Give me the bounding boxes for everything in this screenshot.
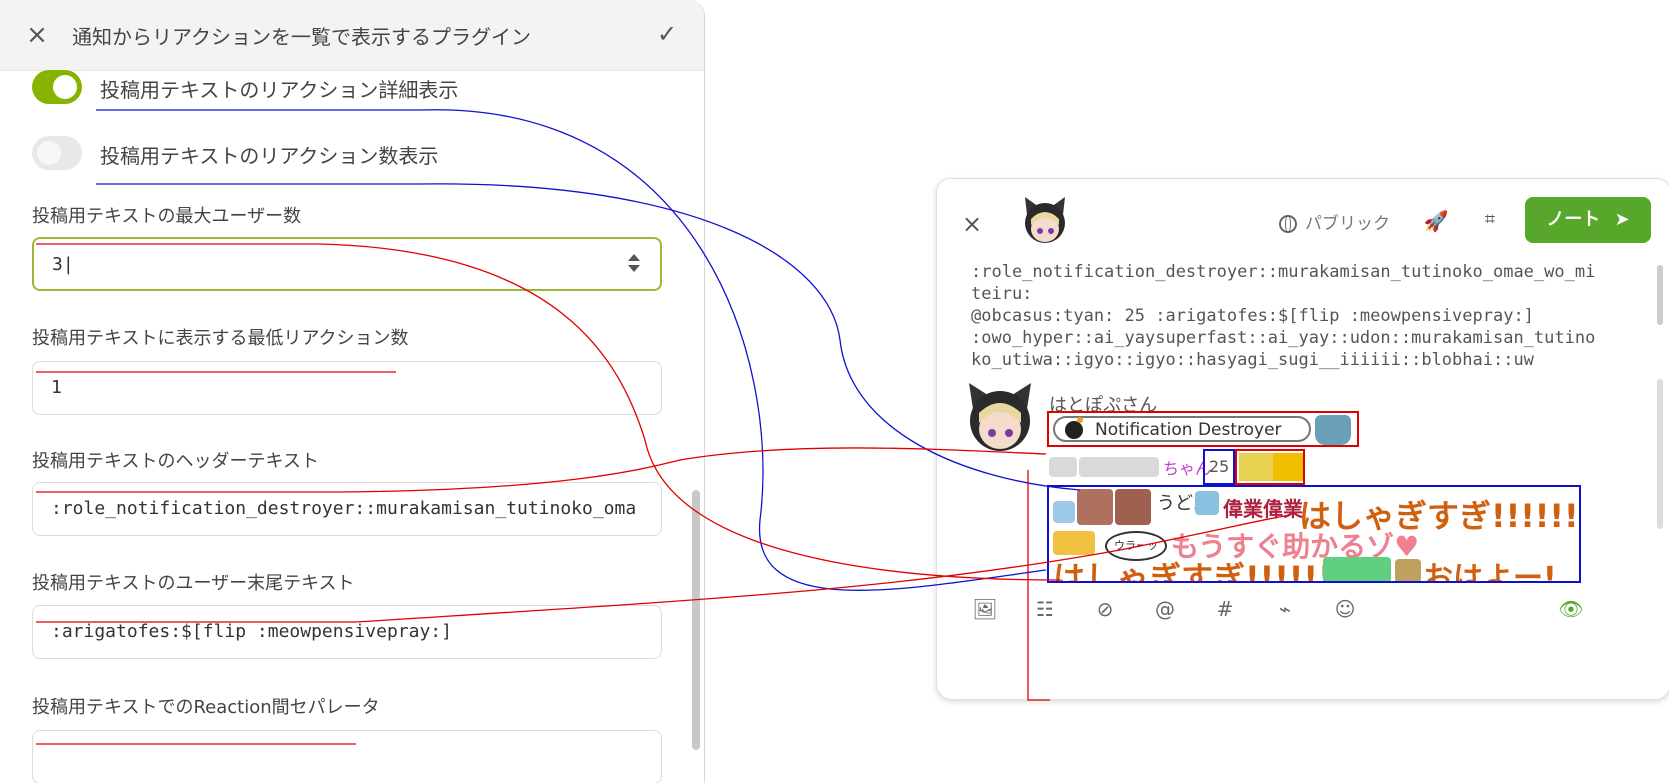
header-text-label: 投稿用テキストのヘッダーテキスト bbox=[32, 451, 319, 472]
plugin-settings-panel: × 通知からリアクションを一覧で表示するプラグイン ✓ 投稿用テキストのリアクシ… bbox=[0, 0, 705, 783]
meowpensivepray-emoji-icon bbox=[1273, 453, 1303, 481]
min-reactions-label: 投稿用テキストに表示する最低リアクション数 bbox=[32, 328, 409, 349]
emoji-icon[interactable]: ☺ bbox=[1331, 595, 1359, 623]
user-suffix-input[interactable]: :arigatofes:$[flip :meowpensivepray:] bbox=[32, 605, 662, 659]
reaction-list-highlight: うどん 偉業偉業 はしゃぎすぎ!!!!!! ウラーッ もうすぐ助かるゾ♥ はしゃ… bbox=[1047, 485, 1581, 583]
image-plus-icon[interactable]: 🖼 bbox=[971, 595, 999, 623]
plugin-menu-icon[interactable]: ⌗ bbox=[1477, 209, 1503, 235]
max-users-value: 3 bbox=[52, 254, 63, 275]
toggle-reaction-count-label: 投稿用テキストのリアクション数表示 bbox=[100, 144, 439, 168]
blurred-user bbox=[1079, 457, 1159, 477]
ai-yaysuperfast-emoji-icon bbox=[1077, 489, 1113, 525]
note-textarea[interactable]: :role_notification_destroyer::murakamisa… bbox=[971, 261, 1605, 371]
user-suffix-value: :arigatofes:$[flip :meowpensivepray:] bbox=[51, 621, 452, 642]
visibility-selector[interactable]: パブリック bbox=[1279, 209, 1390, 234]
visibility-label: パブリック bbox=[1305, 214, 1390, 234]
max-users-label: 投稿用テキストの最大ユーザー数 bbox=[32, 206, 302, 227]
owo-hyper-emoji-icon bbox=[1053, 501, 1075, 523]
separator-label: 投稿用テキストでのReaction間セパレータ bbox=[32, 697, 380, 718]
sticker-emoji-icon bbox=[1395, 559, 1421, 581]
check-icon[interactable]: ✓ bbox=[652, 19, 682, 49]
note-button-label: ノート bbox=[1546, 209, 1601, 230]
preview-header-highlight: Notification Destroyer bbox=[1047, 411, 1359, 447]
send-icon: ➤ bbox=[1614, 209, 1630, 230]
user-suffix-label: 投稿用テキストのユーザー末尾テキスト bbox=[32, 573, 355, 594]
ai-yay-emoji-icon bbox=[1115, 489, 1151, 525]
hasyagi-sugi-emoji-text-2: はしゃぎすぎ!!!!!! bbox=[1053, 559, 1333, 583]
separator-input[interactable] bbox=[32, 730, 662, 783]
max-users-input[interactable]: 3| bbox=[32, 237, 662, 291]
note-composer: × パブリック 🚀 ⌗ ノート ➤ :role_notification_des… bbox=[936, 178, 1669, 700]
toggle-knob bbox=[53, 75, 77, 99]
min-reactions-value: 1 bbox=[51, 377, 62, 398]
preview-avatar bbox=[969, 383, 1031, 451]
note-submit-button[interactable]: ノート ➤ bbox=[1525, 197, 1651, 243]
tutinoko-utiwa-emoji-icon bbox=[1195, 491, 1219, 515]
blurred-user bbox=[1049, 457, 1077, 477]
reaction-count-highlight: 25 bbox=[1203, 449, 1235, 485]
globe-icon bbox=[1279, 215, 1297, 233]
toggle-reaction-detail[interactable] bbox=[32, 70, 82, 104]
watching-cat-emoji-icon bbox=[1315, 415, 1351, 445]
user-suffix-emoji-highlight bbox=[1235, 449, 1305, 485]
toggle-knob bbox=[37, 141, 61, 165]
rocket-icon[interactable]: 🚀 bbox=[1423, 209, 1449, 235]
header-text-input[interactable]: :role_notification_destroyer::murakamisa… bbox=[32, 482, 662, 536]
plugin-icon[interactable]: ⌁ bbox=[1271, 595, 1299, 623]
settings-title: 通知からリアクションを一覧で表示するプラグイン bbox=[72, 25, 531, 49]
hashtag-icon[interactable]: # bbox=[1211, 595, 1239, 623]
settings-scrollbar[interactable] bbox=[692, 490, 700, 750]
settings-header: × 通知からリアクションを一覧で表示するプラグイン ✓ bbox=[0, 0, 704, 71]
min-reactions-input[interactable]: 1 bbox=[32, 361, 662, 415]
blobhai-emoji-icon bbox=[1053, 531, 1095, 555]
close-icon[interactable]: × bbox=[22, 20, 52, 50]
composer-close-icon[interactable]: × bbox=[957, 209, 987, 239]
mention-icon[interactable]: @ bbox=[1151, 595, 1179, 623]
preview-eye-icon[interactable]: 👁 bbox=[1557, 595, 1585, 623]
header-text-value: :role_notification_destroyer::murakamisa… bbox=[51, 498, 637, 519]
ohayo-emoji-text: おはよー! bbox=[1423, 561, 1557, 583]
okaeri-itte-emoji-icon bbox=[1323, 557, 1391, 581]
bomb-icon bbox=[1065, 417, 1083, 439]
toggle-reaction-count[interactable] bbox=[32, 136, 82, 170]
toggle-reaction-detail-label: 投稿用テキストのリアクション詳細表示 bbox=[100, 78, 459, 102]
role-badge: Notification Destroyer bbox=[1053, 416, 1311, 442]
poll-icon[interactable]: ☷ bbox=[1031, 595, 1059, 623]
arigatofes-emoji-icon bbox=[1239, 453, 1273, 481]
igyo-emoji-text: 偉業偉業 bbox=[1223, 497, 1303, 521]
number-spinner-icon[interactable] bbox=[626, 253, 642, 275]
role-badge-text: Notification Destroyer bbox=[1095, 420, 1282, 440]
eye-off-icon[interactable]: ⊘ bbox=[1091, 595, 1119, 623]
account-avatar[interactable] bbox=[1021, 195, 1069, 247]
textarea-scrollbar[interactable] bbox=[1657, 265, 1663, 325]
composer-scrollbar[interactable] bbox=[1657, 379, 1663, 529]
